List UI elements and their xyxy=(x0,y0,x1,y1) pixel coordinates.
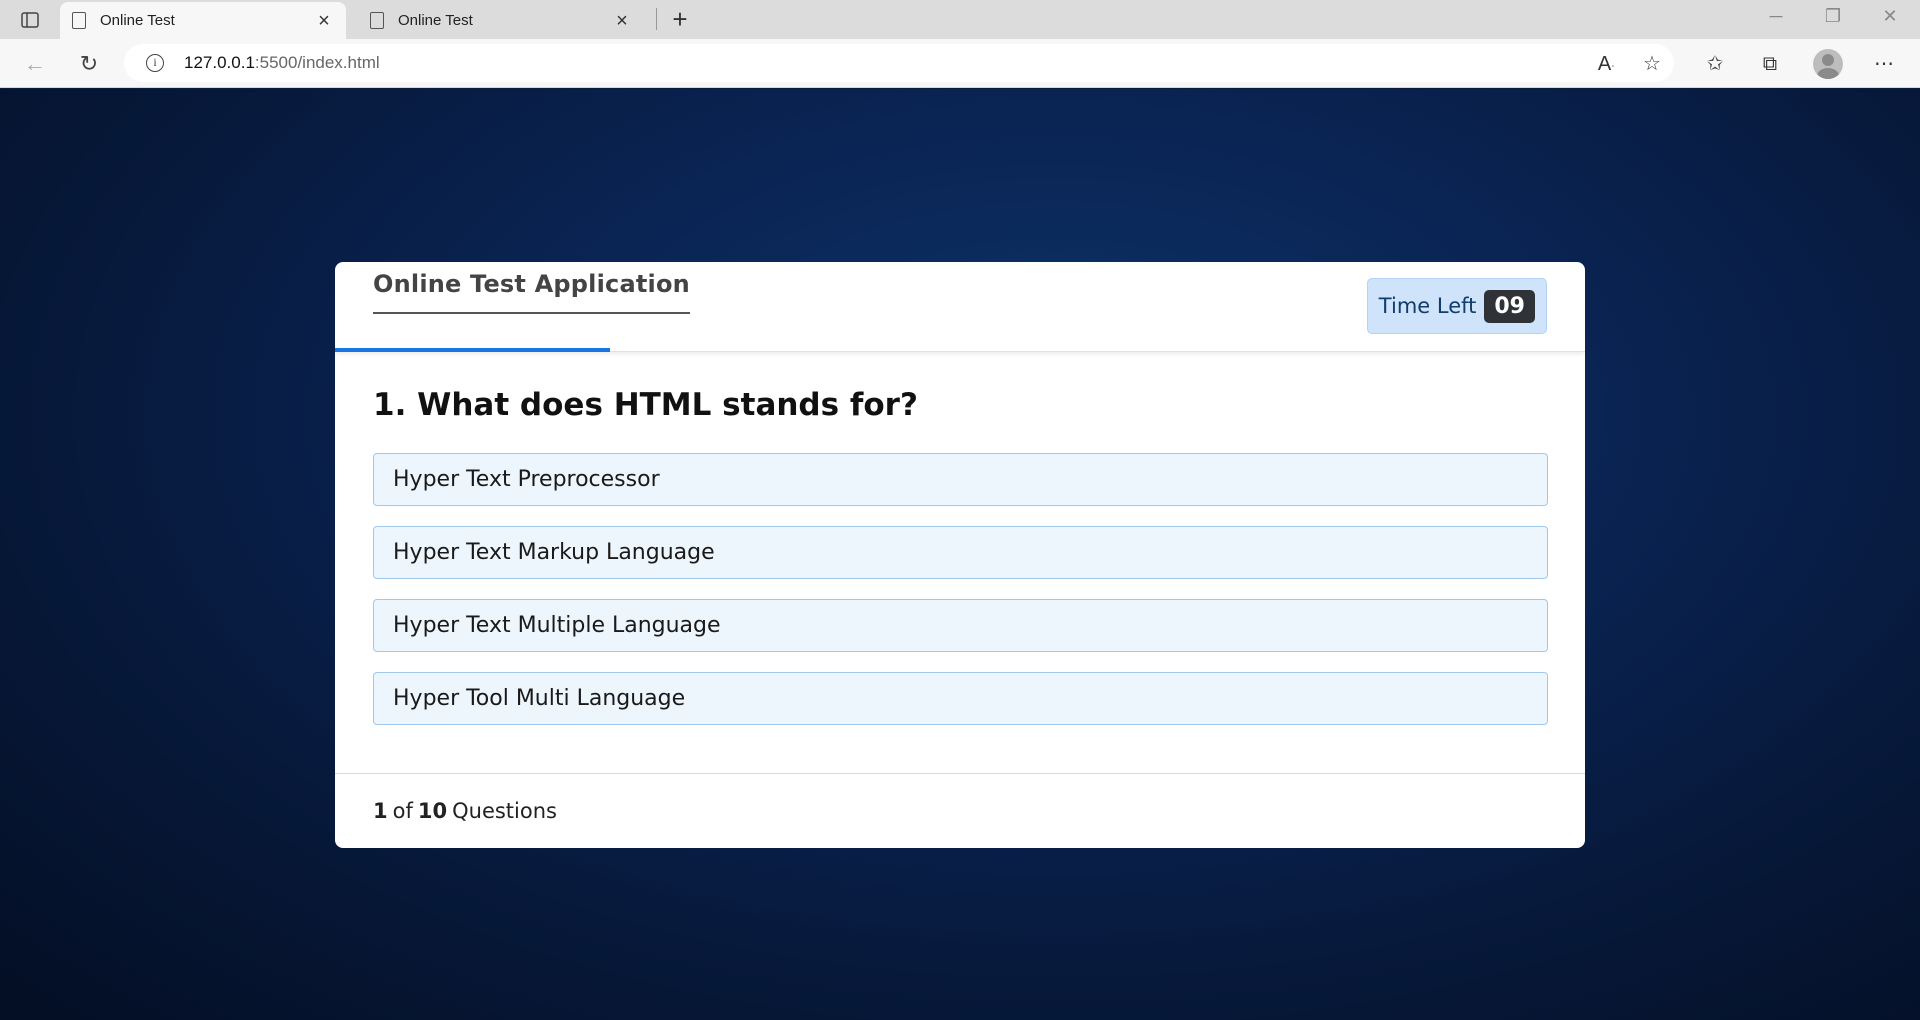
current-question: 1 xyxy=(373,799,388,823)
more-icon[interactable]: ⋯ xyxy=(1870,51,1898,77)
progress-bar xyxy=(335,348,610,352)
close-window-icon[interactable]: ✕ xyxy=(1870,6,1910,27)
close-icon[interactable]: × xyxy=(314,11,334,31)
restore-icon[interactable]: ❐ xyxy=(1813,6,1853,27)
url-path: :5500/index.html xyxy=(254,53,380,72)
option-item[interactable]: Hyper Text Markup Language xyxy=(373,526,1548,579)
minimize-icon[interactable]: ─ xyxy=(1756,6,1796,27)
timer-value: 09 xyxy=(1484,289,1535,323)
browser-tab[interactable]: Online Test × xyxy=(358,2,644,39)
tab-actions-icon[interactable] xyxy=(14,8,46,32)
profile-icon[interactable] xyxy=(1813,49,1843,79)
add-favorite-icon[interactable]: ☆ xyxy=(1638,51,1666,77)
counter-suffix: Questions xyxy=(452,799,557,823)
tab-separator xyxy=(656,8,657,30)
tab-title: Online Test xyxy=(398,12,473,29)
quiz-card: Online Test Application Time Left 09 1. … xyxy=(335,262,1585,848)
option-item[interactable]: Hyper Text Preprocessor xyxy=(373,453,1548,506)
browser-tab-bar: Online Test × Online Test × + ─ ❐ ✕ xyxy=(0,0,1920,39)
address-bar[interactable]: i 127.0.0.1:5500/index.html xyxy=(124,44,1674,82)
option-item[interactable]: Hyper Tool Multi Language xyxy=(373,672,1548,725)
back-icon[interactable]: ← xyxy=(20,49,50,79)
tab-title: Online Test xyxy=(100,12,175,29)
info-icon[interactable]: i xyxy=(146,54,164,72)
timer-badge: Time Left 09 xyxy=(1366,278,1547,334)
read-aloud-icon[interactable]: Aᐧ xyxy=(1592,51,1620,77)
option-item[interactable]: Hyper Text Multiple Language xyxy=(373,599,1548,652)
card-header: Online Test Application Time Left 09 xyxy=(335,262,1585,352)
question-text: 1. What does HTML stands for? xyxy=(373,387,918,423)
total-questions: 10 xyxy=(417,799,448,823)
close-icon[interactable]: × xyxy=(612,11,632,31)
browser-tab-active[interactable]: Online Test × xyxy=(60,2,346,39)
timer-label: Time Left xyxy=(1378,294,1477,318)
favorites-icon[interactable]: ✩ xyxy=(1701,51,1729,77)
browser-toolbar: ← ↻ i 127.0.0.1:5500/index.html Aᐧ ☆ ✩ ⧉… xyxy=(0,39,1920,88)
app-title: Online Test Application xyxy=(373,270,690,314)
page-icon xyxy=(72,12,86,29)
question-counter: 1 of 10 Questions xyxy=(335,773,1585,848)
counter-of: of xyxy=(392,799,413,823)
new-tab-icon[interactable]: + xyxy=(665,5,695,35)
url-host: 127.0.0.1 xyxy=(184,53,255,72)
options-list: Hyper Text Preprocessor Hyper Text Marku… xyxy=(373,453,1548,745)
refresh-icon[interactable]: ↻ xyxy=(74,49,104,79)
page-icon xyxy=(370,12,384,29)
collections-icon[interactable]: ⧉ xyxy=(1756,51,1784,77)
